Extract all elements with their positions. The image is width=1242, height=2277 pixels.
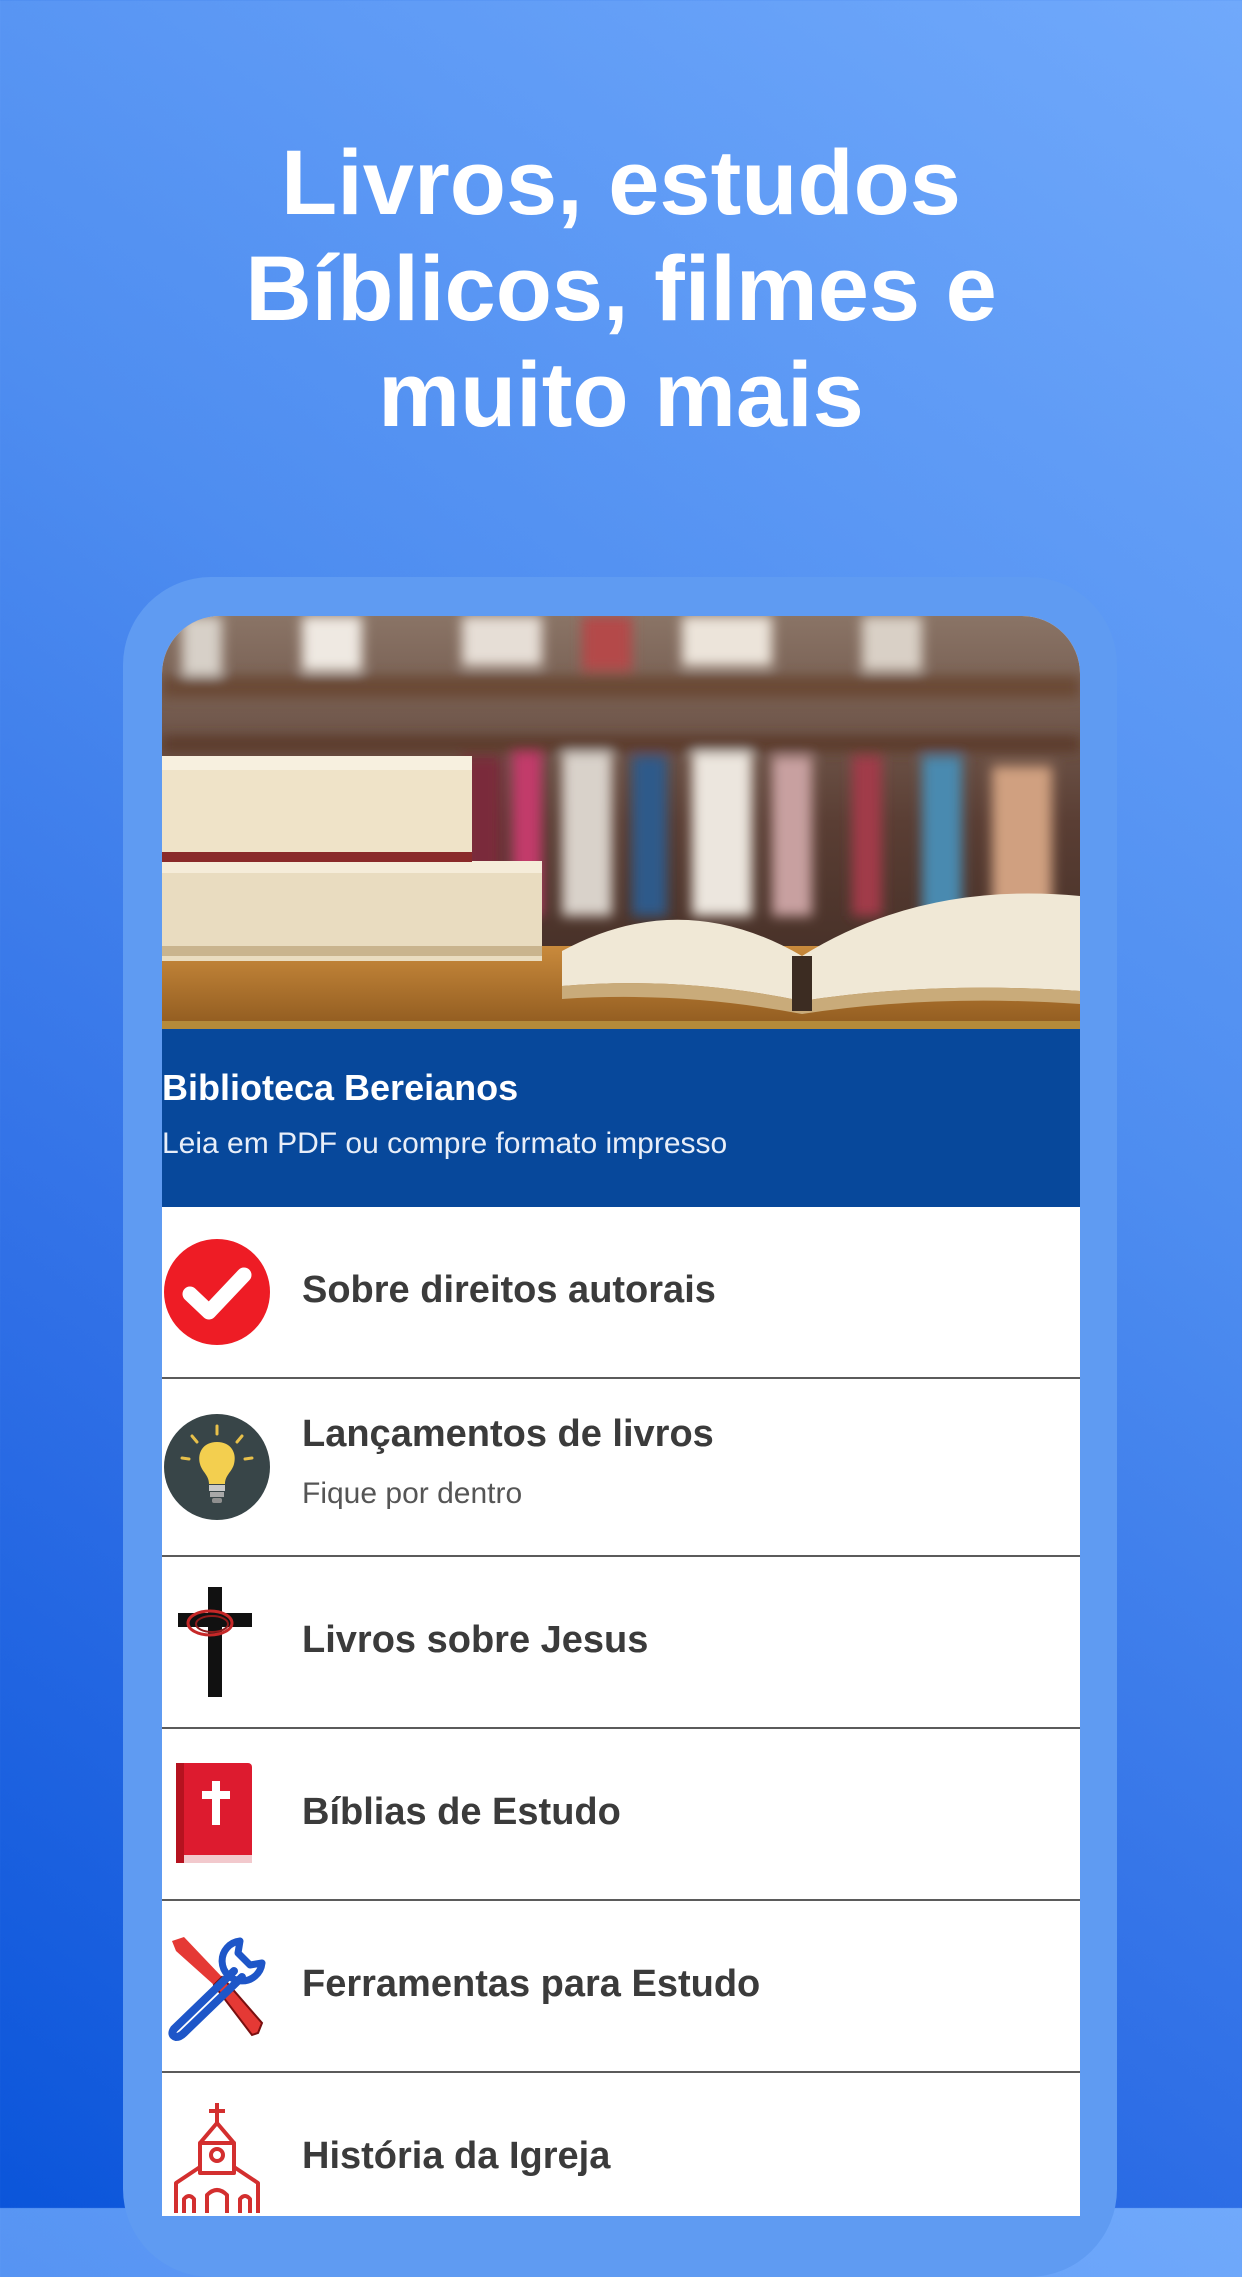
hero-image-books xyxy=(162,616,1080,1029)
menu-item-historia-igreja[interactable]: História da Igreja xyxy=(162,2073,1080,2216)
headline-line-1: Livros, estudos xyxy=(281,132,961,234)
cross-icon xyxy=(162,1587,272,1697)
lightbulb-icon xyxy=(162,1412,272,1522)
church-icon xyxy=(162,2103,272,2213)
checkmark-icon xyxy=(162,1237,272,1347)
menu-item-label: História da Igreja xyxy=(302,2135,611,2177)
menu-item-sublabel: Fique por dentro xyxy=(302,1477,523,1510)
menu-item-lancamentos[interactable]: Lançamentos de livros Fique por dentro xyxy=(162,1379,1080,1557)
app-subtitle: Leia em PDF ou compre formato impresso xyxy=(162,1127,728,1160)
menu-list: Sobre direitos autorais Lançamentos de l… xyxy=(162,1207,1080,2216)
menu-item-label: Bíblias de Estudo xyxy=(302,1791,621,1833)
tools-icon xyxy=(162,1931,272,2042)
menu-item-ferramentas[interactable]: Ferramentas para Estudo xyxy=(162,1901,1080,2073)
menu-item-label: Livros sobre Jesus xyxy=(302,1619,649,1661)
bible-icon xyxy=(162,1759,272,1869)
menu-item-livros-jesus[interactable]: Livros sobre Jesus xyxy=(162,1557,1080,1729)
promo-headline: Livros, estudos Bíblicos, filmes e muito… xyxy=(0,130,1242,448)
menu-item-label: Lançamentos de livros xyxy=(302,1413,714,1455)
app-screen: Biblioteca Bereianos Leia em PDF ou comp… xyxy=(162,616,1080,2216)
headline-line-3: muito mais xyxy=(378,344,864,446)
headline-line-2: Bíblicos, filmes e xyxy=(245,238,997,340)
menu-item-label: Sobre direitos autorais xyxy=(302,1269,716,1311)
app-title: Biblioteca Bereianos xyxy=(162,1067,519,1108)
app-header: Biblioteca Bereianos Leia em PDF ou comp… xyxy=(162,1029,1080,1207)
menu-item-direitos-autorais[interactable]: Sobre direitos autorais xyxy=(162,1207,1080,1379)
menu-item-biblias-estudo[interactable]: Bíblias de Estudo xyxy=(162,1729,1080,1901)
menu-item-label: Ferramentas para Estudo xyxy=(302,1963,761,2005)
